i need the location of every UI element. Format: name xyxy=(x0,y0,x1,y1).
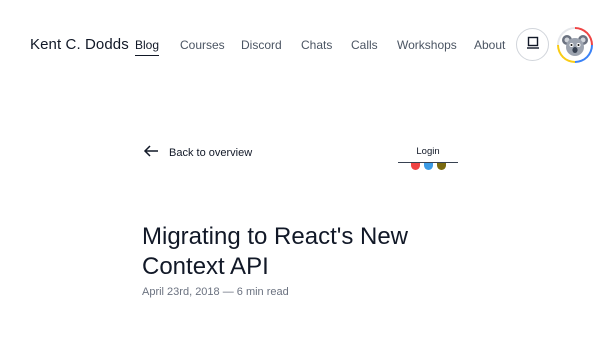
article-title: Migrating to React's New Context API xyxy=(142,223,409,280)
brand-link[interactable]: Kent C. Dodds xyxy=(30,36,129,53)
nav-item-about[interactable]: About xyxy=(474,38,505,52)
nav-item-calls[interactable]: Calls xyxy=(351,38,378,52)
nav-item-courses[interactable]: Courses xyxy=(180,38,225,52)
nav-item-discord[interactable]: Discord xyxy=(241,38,282,52)
koala-avatar-icon xyxy=(559,29,591,61)
site-header: Kent C. Dodds Blog Courses Discord Chats… xyxy=(0,26,600,66)
monitor-icon xyxy=(526,36,540,53)
login-widget: Login xyxy=(398,146,458,176)
back-link-label: Back to overview xyxy=(169,146,253,159)
nav-item-chats[interactable]: Chats xyxy=(301,38,332,52)
login-dot-red xyxy=(411,163,420,170)
article-meta: April 23rd, 2018 — 6 min read xyxy=(142,286,289,298)
back-to-overview-link[interactable]: Back to overview xyxy=(143,145,252,160)
login-dot-olive xyxy=(437,163,446,170)
nav-item-blog[interactable]: Blog xyxy=(135,38,160,56)
login-dot-blue xyxy=(424,163,433,170)
theme-toggle-button[interactable] xyxy=(516,28,549,61)
arrow-left-icon xyxy=(143,145,159,160)
login-link[interactable]: Login xyxy=(398,146,458,157)
nav-item-workshops[interactable]: Workshops xyxy=(397,38,457,52)
page: Kent C. Dodds Blog Courses Discord Chats… xyxy=(0,0,600,338)
user-avatar[interactable] xyxy=(557,27,593,63)
